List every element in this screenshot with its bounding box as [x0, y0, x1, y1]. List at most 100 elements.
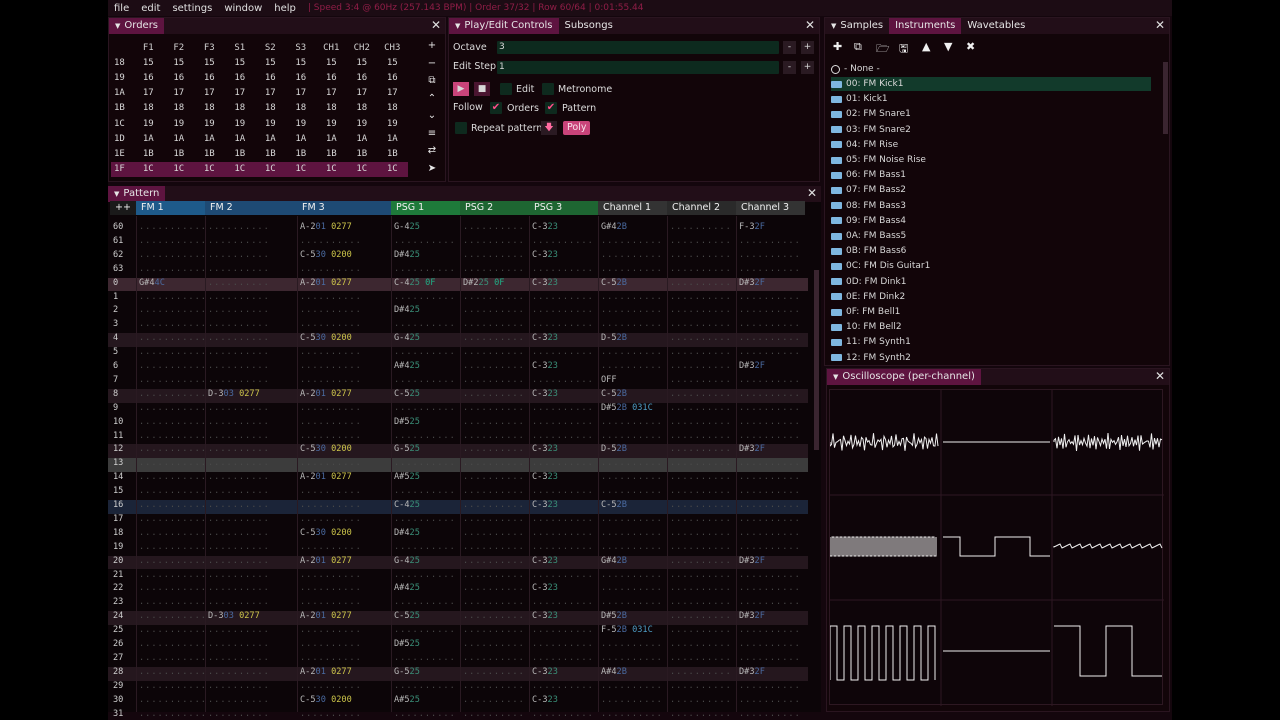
orders-cell[interactable]: 18	[111, 58, 133, 68]
tab-pattern[interactable]: ▼ Pattern	[108, 186, 166, 202]
instrument-item[interactable]: 06: FM Bass1	[831, 168, 1151, 182]
pattern-cell[interactable]: D-303 0277	[208, 611, 260, 621]
pattern-cell[interactable]: ..........	[208, 667, 270, 677]
expand-channels-button[interactable]: ++	[110, 201, 136, 215]
pattern-cell[interactable]: ..........	[739, 709, 801, 719]
pattern-cell[interactable]: A-201 0277	[300, 278, 352, 288]
pattern-cell[interactable]: C-323	[532, 583, 558, 593]
pattern-cell[interactable]: ...........	[139, 389, 207, 399]
pattern-cell[interactable]: C-530 0200	[300, 250, 352, 260]
pattern-cell[interactable]: ..........	[739, 597, 801, 607]
pattern-cell[interactable]: ..........	[394, 264, 456, 274]
pattern-cell[interactable]: ...........	[139, 250, 207, 260]
pattern-cell[interactable]: ..........	[532, 639, 594, 649]
orders-cell[interactable]: 15	[225, 58, 256, 68]
pattern-cell[interactable]: D#52B 031C	[601, 403, 653, 413]
orders-cell[interactable]: 15	[133, 58, 164, 68]
orders-cell[interactable]: 17	[377, 88, 408, 98]
orders-cell[interactable]: 17	[316, 88, 347, 98]
pattern-cell[interactable]: ..........	[463, 556, 525, 566]
channel-header[interactable]: Channel 1	[598, 201, 667, 215]
pattern-cell[interactable]: ..........	[208, 597, 270, 607]
orders-cell[interactable]: 1A	[377, 134, 408, 144]
orders-cell[interactable]: 18	[316, 103, 347, 113]
pattern-cell[interactable]: ..........	[670, 500, 732, 510]
channel-header[interactable]: PSG 3	[529, 201, 598, 215]
pattern-cell[interactable]: ..........	[739, 625, 801, 635]
pattern-cell[interactable]: ...........	[139, 625, 207, 635]
pattern-cell[interactable]: G-425	[394, 556, 420, 566]
pattern-cell[interactable]: ..........	[670, 431, 732, 441]
instrument-none[interactable]: - None -	[831, 62, 1151, 76]
instrument-item[interactable]: 08: FM Bass3	[831, 199, 1151, 213]
pattern-cell[interactable]: ..........	[739, 486, 801, 496]
orders-cell[interactable]: 1B	[133, 149, 164, 159]
pattern-cell[interactable]: ..........	[532, 486, 594, 496]
pattern-cell[interactable]: ..........	[394, 514, 456, 524]
pattern-row[interactable]: 62..................... C-530 0200 D#425..…	[108, 250, 808, 264]
tab-play-edit[interactable]: ▼ Play/Edit Controls	[449, 18, 559, 34]
orders-cell[interactable]: 1A	[225, 134, 256, 144]
delete-icon[interactable]: ✖	[966, 40, 975, 53]
pattern-cell[interactable]: ..........	[670, 639, 732, 649]
orders-row[interactable]: 1F 1C 1C 1C 1C 1C 1C 1C 1C 1C	[111, 161, 408, 177]
pattern-cell[interactable]: ..........	[739, 653, 801, 663]
pattern-cell[interactable]: ..........	[394, 709, 456, 719]
pattern-row[interactable]: 25......................................…	[108, 625, 808, 639]
pattern-cell[interactable]: ..........	[300, 570, 362, 580]
pattern-cell[interactable]: ..........	[208, 319, 270, 329]
pattern-cell[interactable]: ..........	[532, 305, 594, 315]
pattern-cell[interactable]: G#42B	[601, 222, 627, 232]
pattern-cell[interactable]: ...........	[139, 361, 207, 371]
orders-cell[interactable]: 19	[347, 119, 378, 129]
pattern-cell[interactable]: D#425	[394, 250, 420, 260]
repeat-pattern-checkbox[interactable]	[455, 122, 467, 134]
pattern-cell[interactable]: ..........	[208, 681, 270, 691]
pattern-cell[interactable]: G-525	[394, 667, 420, 677]
pattern-cell[interactable]: ..........	[394, 458, 456, 468]
pattern-cell[interactable]: ..........	[394, 486, 456, 496]
pattern-cell[interactable]: ...........	[139, 444, 207, 454]
pattern-cell[interactable]: ..........	[463, 667, 525, 677]
pattern-cell[interactable]: ..........	[670, 653, 732, 663]
collapse-icon[interactable]: ▼	[831, 22, 836, 30]
pattern-cell[interactable]: F-32F	[739, 222, 765, 232]
pattern-cell[interactable]: ..........	[463, 361, 525, 371]
pattern-cell[interactable]: ...........	[139, 403, 207, 413]
pattern-row[interactable]: 17......................................…	[108, 514, 808, 528]
instrument-item[interactable]: 0B: FM Bass6	[831, 244, 1151, 258]
pattern-cell[interactable]: ..........	[463, 236, 525, 246]
pattern-cell[interactable]: ...........	[139, 375, 207, 385]
pattern-cell[interactable]: ..........	[463, 333, 525, 343]
pattern-row[interactable]: 20..................... A-201 0277 G-425..…	[108, 555, 808, 570]
orders-row[interactable]: 1B 18 18 18 18 18 18 18 18 18	[111, 101, 408, 116]
pattern-cell[interactable]: ..........	[208, 514, 270, 524]
orders-cell[interactable]: 1C	[133, 164, 164, 174]
pattern-cell[interactable]: ...........	[139, 709, 207, 719]
pattern-row[interactable]: 22............................... A#425..…	[108, 583, 808, 597]
orders-cell[interactable]: 1C	[164, 164, 195, 174]
pattern-cell[interactable]: ..........	[670, 347, 732, 357]
open-folder-icon[interactable]: 🗁	[876, 40, 890, 59]
pattern-cell[interactable]: C-323	[532, 556, 558, 566]
tab-orders[interactable]: ▼ Orders	[109, 18, 165, 34]
pattern-cell[interactable]: ..........	[739, 236, 801, 246]
pattern-cell[interactable]: ..........	[208, 472, 270, 482]
pattern-cell[interactable]: G-425	[394, 333, 420, 343]
pattern-cell[interactable]: A-201 0277	[300, 389, 352, 399]
instrument-item[interactable]: 0D: FM Dink1	[831, 275, 1151, 289]
pattern-cell[interactable]: ..........	[739, 583, 801, 593]
pattern-cell[interactable]: ..........	[532, 458, 594, 468]
pattern-cell[interactable]: ..........	[532, 514, 594, 524]
pattern-cell[interactable]: ..........	[532, 431, 594, 441]
close-icon[interactable]: ✕	[431, 18, 441, 32]
pattern-cell[interactable]: ..........	[300, 292, 362, 302]
instrument-item[interactable]: 0F: FM Bell1	[831, 305, 1151, 319]
pattern-cell[interactable]: ..........	[739, 250, 801, 260]
pattern-cell[interactable]: ..........	[601, 681, 663, 691]
pattern-row[interactable]: 8........... D-303 0277 A-201 0277 C-525...…	[108, 388, 808, 403]
pattern-cell[interactable]: A-201 0277	[300, 556, 352, 566]
pattern-cell[interactable]: D#32F	[739, 611, 765, 621]
pattern-cell[interactable]: ...........	[139, 611, 207, 621]
orders-cell[interactable]: 15	[347, 58, 378, 68]
